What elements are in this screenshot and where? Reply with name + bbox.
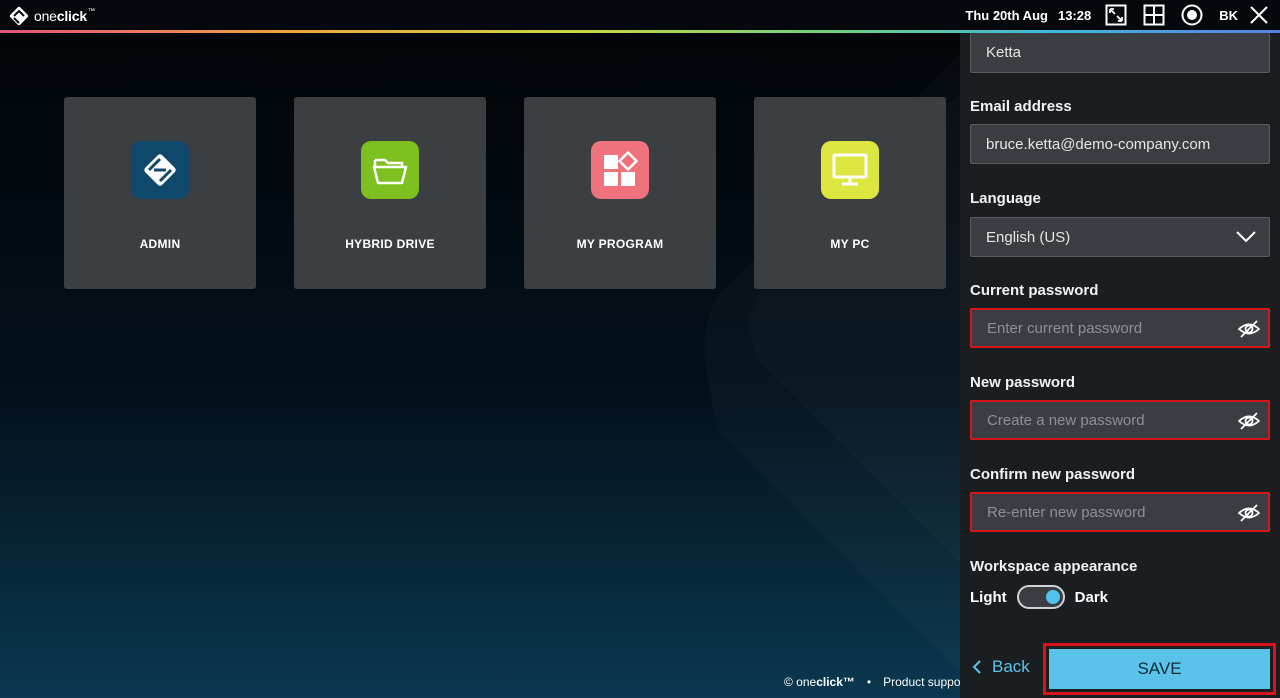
appearance-light-label: Light [970,588,1007,606]
eye-hidden-icon[interactable] [1238,411,1260,431]
current-password-label: Current password [970,282,1099,299]
tile-label: MY PC [830,237,870,251]
confirm-password-placeholder: Re-enter new password [987,503,1146,521]
current-password-placeholder: Enter current password [987,319,1143,337]
last-name-field[interactable]: Ketta [970,33,1270,73]
oneclick-logo-icon [9,6,29,26]
new-password-label: New password [970,374,1076,391]
tile-admin[interactable]: ADMIN [64,97,256,289]
appearance-label: Workspace appearance [970,558,1138,575]
copyright-text: © oneclick™ [784,675,855,689]
last-name-value: Ketta [986,44,1022,61]
appearance-toggle-row: Light Dark [970,585,1108,609]
workspace: ADMIN HYBRID DRIVE MY PROGRAM MY PC © on… [0,33,960,698]
oneclick-logo[interactable]: oneclick™ [8,5,95,27]
logo-text: oneclick™ [34,8,95,24]
close-icon[interactable] [1248,4,1270,26]
program-icon [591,141,649,199]
save-label: SAVE [1049,649,1270,689]
chevron-left-icon [972,660,981,674]
new-password-field[interactable]: Create a new password [970,400,1270,440]
appearance-toggle[interactable] [1016,585,1065,609]
tile-label: MY PROGRAM [576,237,664,251]
eye-hidden-icon[interactable] [1238,503,1260,523]
tile-my-pc[interactable]: MY PC [754,97,946,289]
time-text: 13:28 [1057,7,1092,23]
admin-icon [131,141,189,199]
back-button[interactable]: Back [972,657,1030,677]
email-field[interactable]: bruce.ketta@demo-company.com [970,124,1270,164]
grid-icon[interactable] [1143,4,1165,26]
monitor-icon [821,141,879,199]
language-select[interactable]: English (US) [970,217,1270,257]
folder-icon [361,141,419,199]
fullscreen-icon[interactable] [1105,4,1127,26]
new-password-placeholder: Create a new password [987,411,1145,429]
appearance-dark-label: Dark [1074,588,1109,606]
confirm-password-label: Confirm new password [970,466,1136,483]
current-password-field[interactable]: Enter current password [970,308,1270,348]
save-button[interactable]: SAVE [1043,643,1276,695]
date-text: Thu 20th Aug [965,7,1048,23]
tile-hybrid-drive[interactable]: HYBRID DRIVE [294,97,486,289]
footer: © oneclick™ • Product suppo [784,675,960,689]
tile-my-program[interactable]: MY PROGRAM [524,97,716,289]
confirm-password-field[interactable]: Re-enter new password [970,492,1270,532]
eye-hidden-icon[interactable] [1238,319,1260,339]
product-support-link[interactable]: Product suppo [883,675,960,689]
tile-label: HYBRID DRIVE [345,237,435,251]
date-time: Thu 20th Aug 13:28 [965,8,1091,23]
back-label: Back [992,657,1030,676]
profile-panel: Ketta Email address bruce.ketta@demo-com… [960,33,1280,698]
top-bar: oneclick™ Thu 20th Aug 13:28 BK [0,0,1280,30]
record-icon[interactable] [1181,4,1203,26]
email-value: bruce.ketta@demo-company.com [986,135,1211,153]
user-initials[interactable]: BK [1219,8,1238,23]
footer-separator: • [866,675,872,689]
language-label: Language [970,190,1041,207]
language-value: English (US) [986,228,1071,246]
toggle-knob [1045,590,1060,604]
chevron-down-icon [1236,231,1256,243]
tile-label: ADMIN [139,237,181,251]
email-label: Email address [970,98,1072,115]
